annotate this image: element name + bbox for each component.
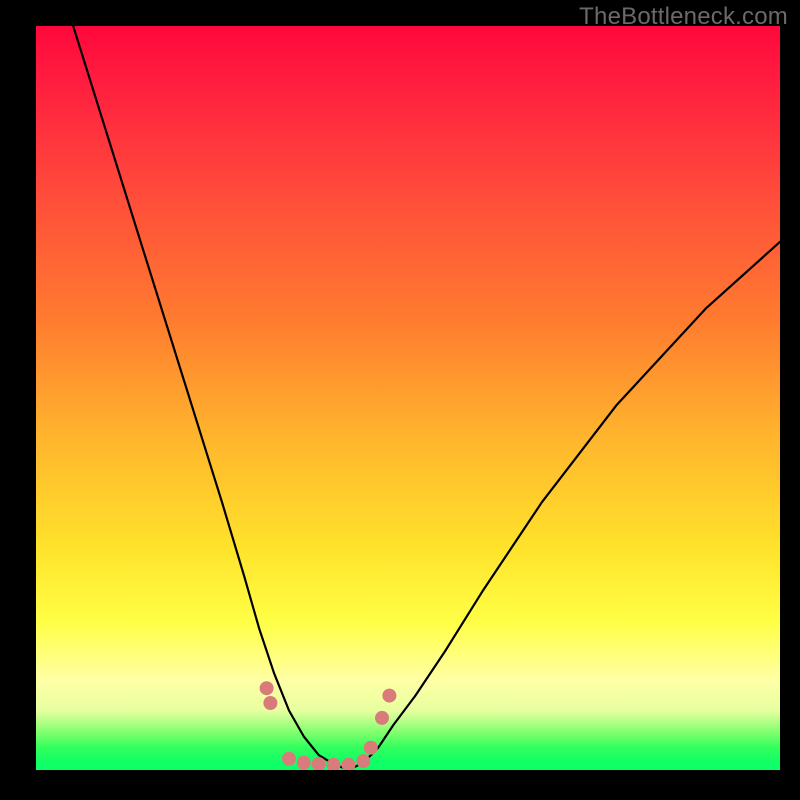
- curves-layer: [36, 26, 780, 770]
- watermark-text: TheBottleneck.com: [579, 3, 788, 31]
- chart-frame: TheBottleneck.com: [0, 0, 800, 800]
- left-curve: [73, 26, 348, 770]
- bottom-markers: [260, 681, 397, 770]
- plot-area: [36, 26, 780, 770]
- right-curve: [349, 242, 781, 770]
